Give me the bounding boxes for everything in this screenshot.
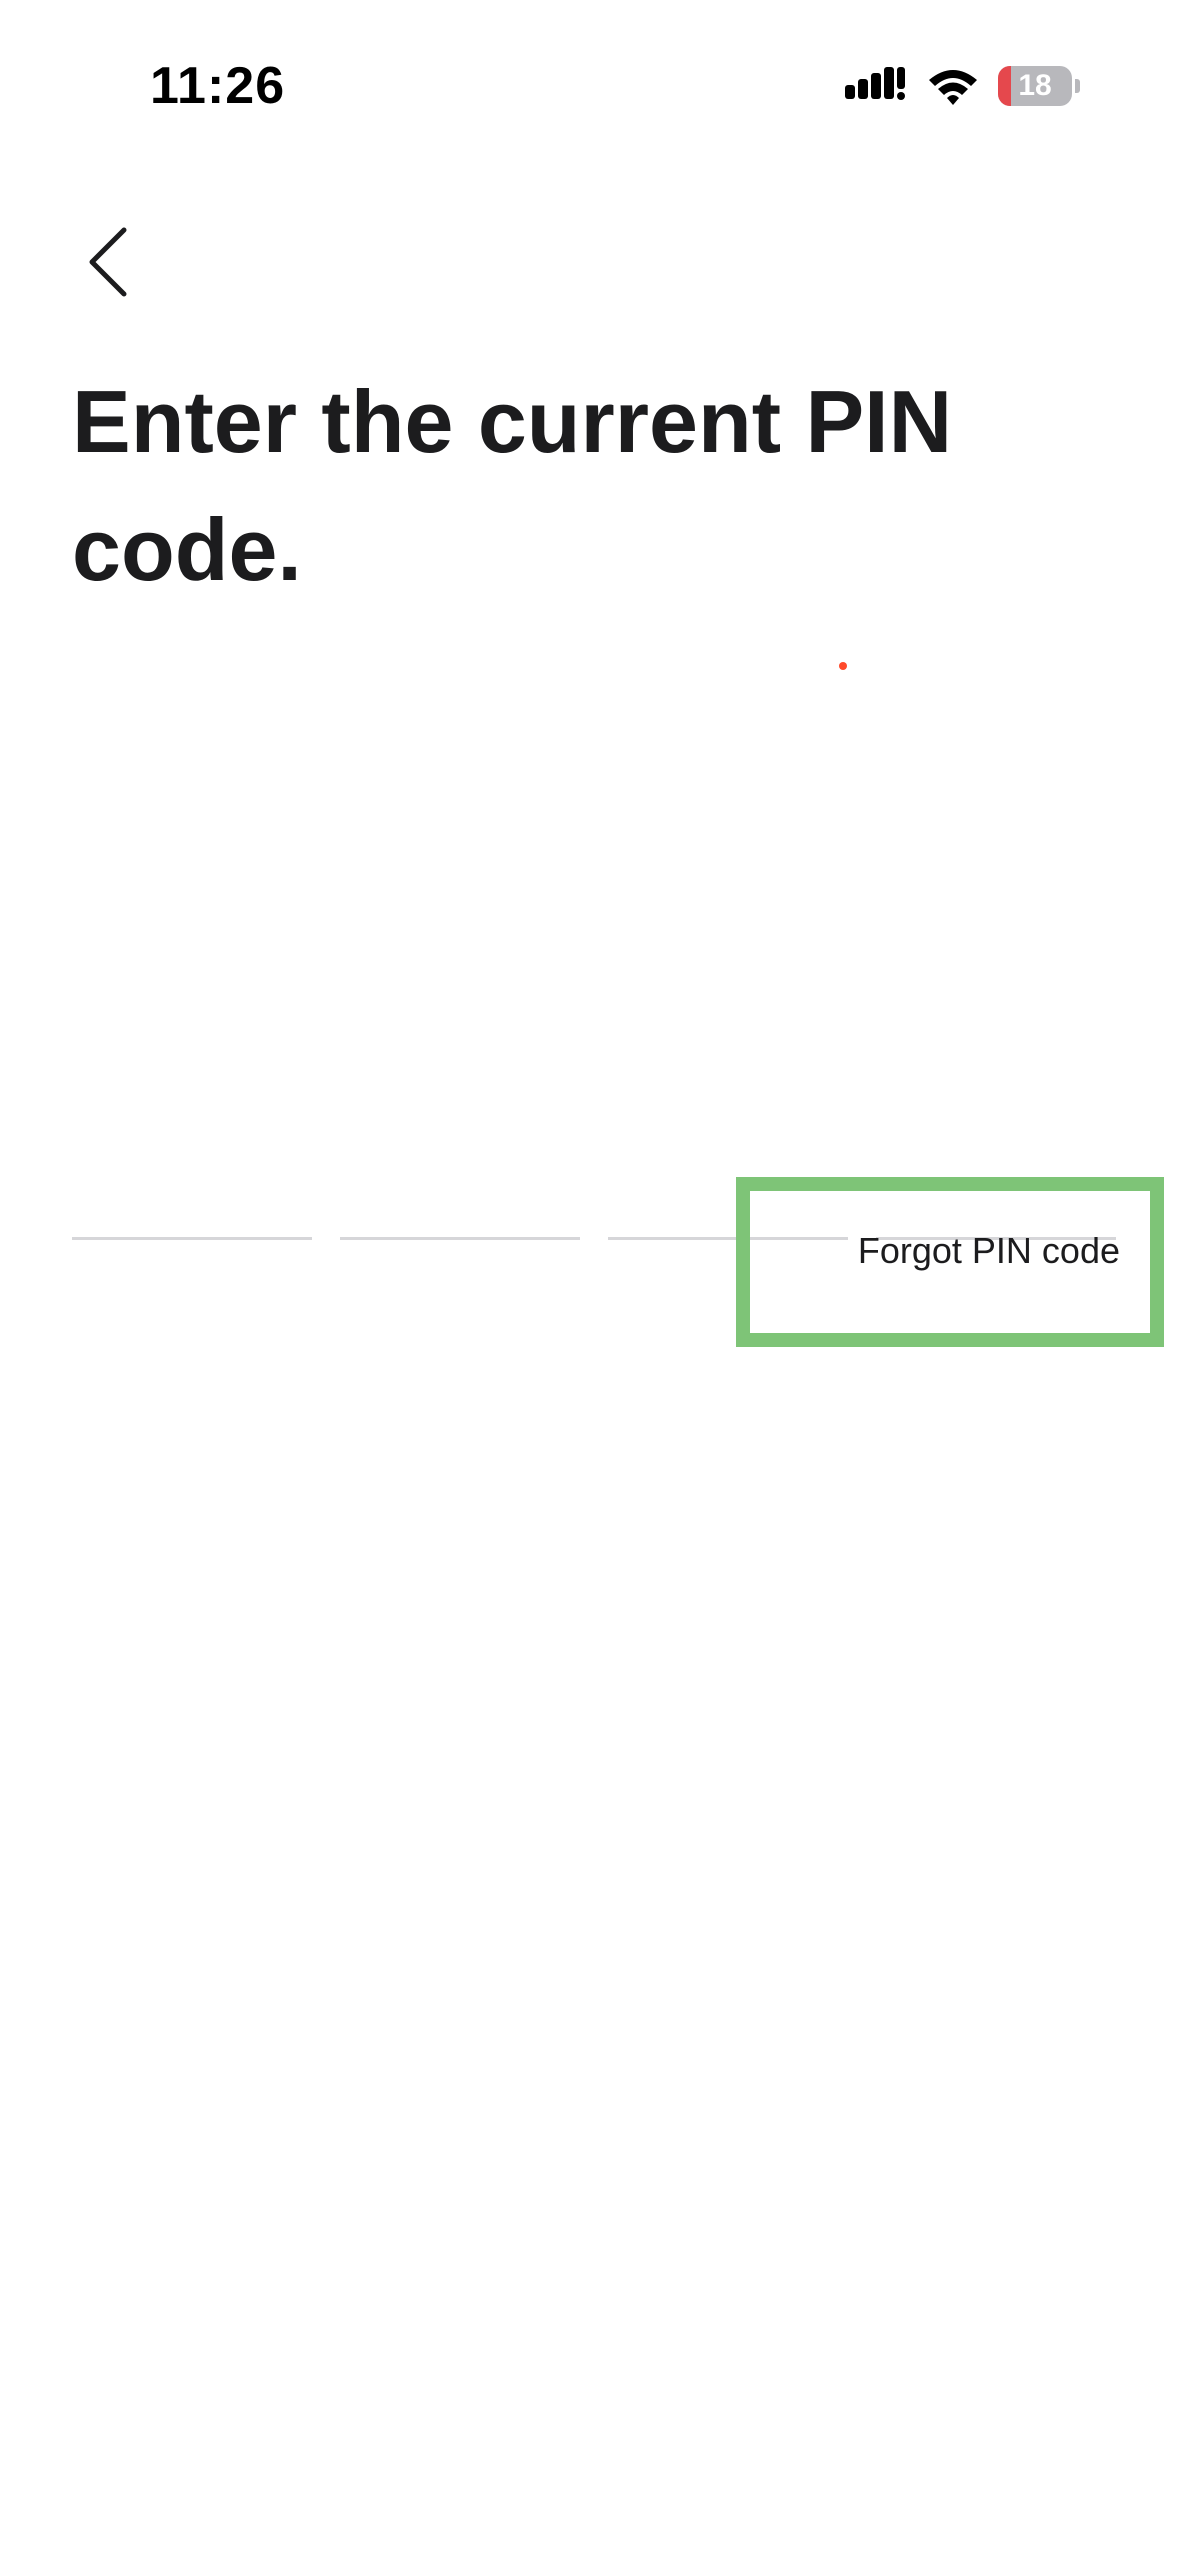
battery-cap (1075, 79, 1080, 93)
wifi-icon (929, 70, 977, 105)
battery-level: 18 (1018, 69, 1052, 102)
forgot-pin-link[interactable]: Forgot PIN code (760, 1212, 1120, 1290)
battery-icon: 18 (998, 66, 1080, 106)
battery-body: 18 (998, 66, 1072, 106)
pin-digit-2[interactable] (340, 1160, 580, 1240)
status-bar: 11:26 18 (0, 0, 1179, 170)
indicator-dot (839, 662, 847, 670)
status-time: 11:26 (150, 57, 286, 115)
pin-digit-1[interactable] (72, 1160, 312, 1240)
pin-underline (72, 1237, 312, 1240)
signal-icon (845, 67, 905, 100)
pin-underline (340, 1237, 580, 1240)
chevron-left-icon (89, 227, 127, 297)
page-title: Enter the current PIN code. (72, 372, 953, 599)
back-button[interactable] (60, 210, 160, 310)
